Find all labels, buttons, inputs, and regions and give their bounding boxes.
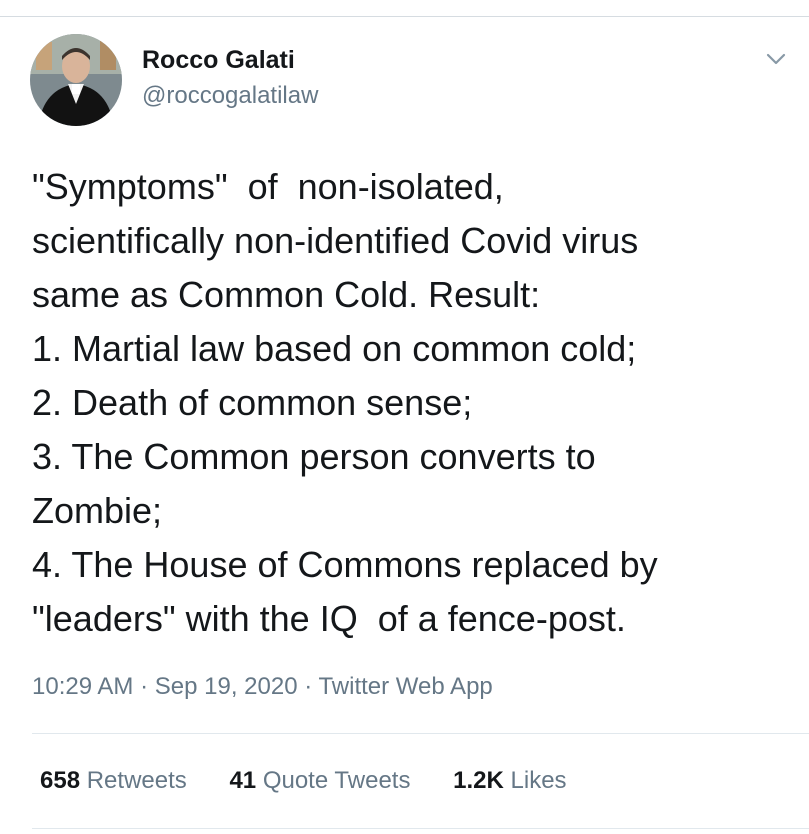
retweets-count: 658 <box>40 767 81 794</box>
retweets-stat[interactable]: 658 Retweets <box>40 764 187 798</box>
tweet-line: scientifically non-identified Covid viru… <box>32 220 639 261</box>
tweet-line: 2. Death of common sense; <box>32 382 473 423</box>
divider <box>32 733 809 734</box>
tweet-line: 1. Martial law based on common cold; <box>32 328 637 369</box>
display-name[interactable]: Rocco Galati <box>142 44 318 76</box>
engagement-stats: 658 Retweets 41 Quote Tweets 1.2K Likes <box>40 764 603 798</box>
divider <box>32 828 809 829</box>
quote-tweets-count: 41 <box>229 767 257 794</box>
tweet-time[interactable]: 10:29 AM <box>32 673 133 700</box>
meta-separator: · <box>140 673 149 700</box>
tweet-line: same as Common Cold. Result: <box>32 274 541 315</box>
tweet-line: "leaders" with the IQ of a fence-post. <box>32 598 626 639</box>
quote-tweets-stat[interactable]: 41 Quote Tweets <box>229 764 410 798</box>
meta-separator: · <box>304 673 313 700</box>
avatar[interactable] <box>30 34 122 126</box>
user-handle[interactable]: @roccogalatilaw <box>142 80 318 112</box>
author-block: Rocco Galati @roccogalatilaw <box>142 44 318 112</box>
likes-stat[interactable]: 1.2K Likes <box>453 764 566 798</box>
tweet-date[interactable]: Sep 19, 2020 <box>155 673 298 700</box>
tweet-source[interactable]: Twitter Web App <box>318 673 492 700</box>
likes-count: 1.2K <box>453 767 504 794</box>
likes-label: Likes <box>510 767 567 794</box>
tweet-line: Zombie; <box>32 490 163 531</box>
retweets-label: Retweets <box>86 767 187 794</box>
tweet-line: 3. The Common person converts to <box>32 436 596 477</box>
top-divider <box>0 16 809 17</box>
tweet-line: 4. The House of Commons replaced by <box>32 544 658 585</box>
tweet-meta: 10:29 AM · Sep 19, 2020 · Twitter Web Ap… <box>32 670 493 704</box>
tweet-text: "Symptoms" of non-isolated, scientifical… <box>32 160 792 646</box>
tweet-line: "Symptoms" of non-isolated, <box>32 166 504 207</box>
chevron-down-icon[interactable] <box>764 50 788 68</box>
quote-tweets-label: Quote Tweets <box>262 767 411 794</box>
avatar-image <box>30 34 122 126</box>
